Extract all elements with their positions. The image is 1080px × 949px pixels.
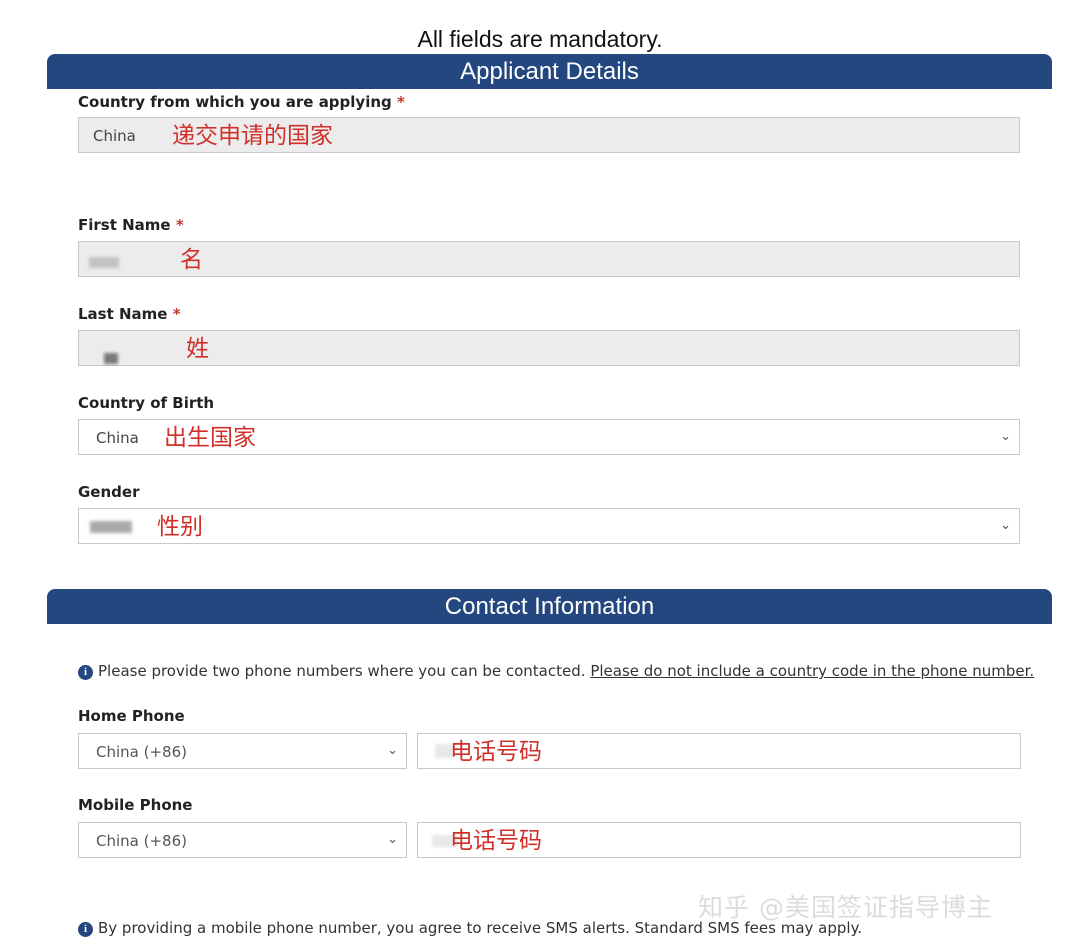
last-name-label: Last Name * [78, 305, 181, 323]
last-name-annotation: 姓 [186, 336, 209, 362]
required-mark: * [397, 93, 405, 111]
country-applying-value: China [93, 127, 136, 145]
country-of-birth-value: China [96, 429, 139, 447]
last-name-input[interactable]: 姓 [78, 330, 1020, 366]
mobile-phone-label: Mobile Phone [78, 796, 193, 814]
chevron-down-icon: ⌄ [1000, 429, 1011, 444]
required-mark: * [172, 305, 181, 323]
phone-info-note: i Please provide two phone numbers where … [78, 662, 1034, 680]
home-phone-country-code-select[interactable]: China (+86) ⌄ [78, 733, 407, 769]
home-phone-country-code-value: China (+86) [96, 743, 187, 761]
mobile-phone-input[interactable]: 电话号码 [417, 822, 1021, 858]
mobile-phone-country-code-select[interactable]: China (+86) ⌄ [78, 822, 407, 858]
country-code-note-link[interactable]: Please do not include a country code in … [590, 662, 1034, 680]
gender-annotation: 性别 [157, 514, 203, 540]
country-applying-annotation: 递交申请的国家 [172, 123, 333, 149]
home-phone-label: Home Phone [78, 707, 185, 725]
redacted-value [104, 353, 118, 364]
chevron-down-icon: ⌄ [387, 743, 398, 758]
home-phone-annotation: 电话号码 [450, 739, 542, 765]
first-name-input[interactable]: 名 [78, 241, 1020, 277]
gender-select[interactable]: 性别 ⌄ [78, 508, 1020, 544]
first-name-annotation: 名 [180, 247, 203, 273]
home-phone-input[interactable]: 电话号码 [417, 733, 1021, 769]
first-name-label: First Name * [78, 216, 184, 234]
info-icon: i [78, 922, 93, 937]
country-applying-field: China 递交申请的国家 [78, 117, 1020, 153]
info-icon: i [78, 665, 93, 680]
chevron-down-icon: ⌄ [1000, 518, 1011, 533]
chevron-down-icon: ⌄ [387, 832, 398, 847]
country-of-birth-select[interactable]: China 出生国家 ⌄ [78, 419, 1020, 455]
country-of-birth-annotation: 出生国家 [164, 425, 256, 451]
mobile-phone-country-code-value: China (+86) [96, 832, 187, 850]
country-applying-label: Country from which you are applying * [78, 93, 405, 111]
mandatory-note: All fields are mandatory. [417, 26, 663, 52]
redacted-value [89, 257, 119, 268]
mobile-phone-annotation: 电话号码 [450, 828, 542, 854]
applicant-details-header: Applicant Details [47, 54, 1052, 89]
gender-label: Gender [78, 483, 140, 501]
redacted-value [90, 521, 132, 533]
country-of-birth-label: Country of Birth [78, 394, 215, 412]
required-mark: * [175, 216, 184, 234]
watermark: 知乎 @美国签证指导博主 [698, 893, 993, 922]
contact-information-header: Contact Information [47, 589, 1052, 624]
